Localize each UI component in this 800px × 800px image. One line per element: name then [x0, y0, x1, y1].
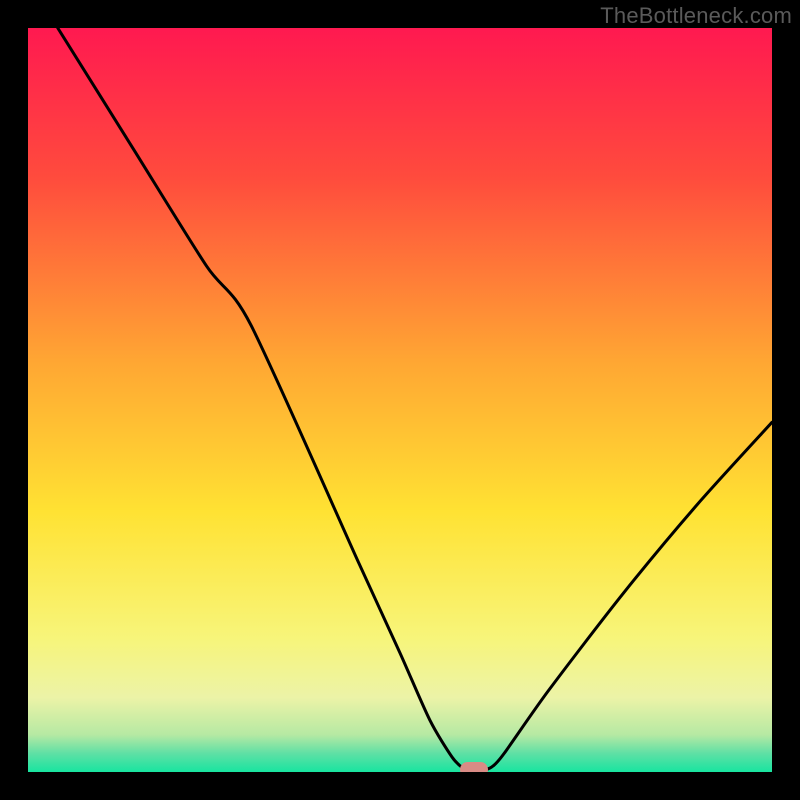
plot-svg [28, 28, 772, 772]
attribution-label: TheBottleneck.com [600, 3, 792, 29]
gradient-background [28, 28, 772, 772]
chart-frame: TheBottleneck.com [0, 0, 800, 800]
optimal-point-marker [460, 762, 488, 772]
plot-area [28, 28, 772, 772]
